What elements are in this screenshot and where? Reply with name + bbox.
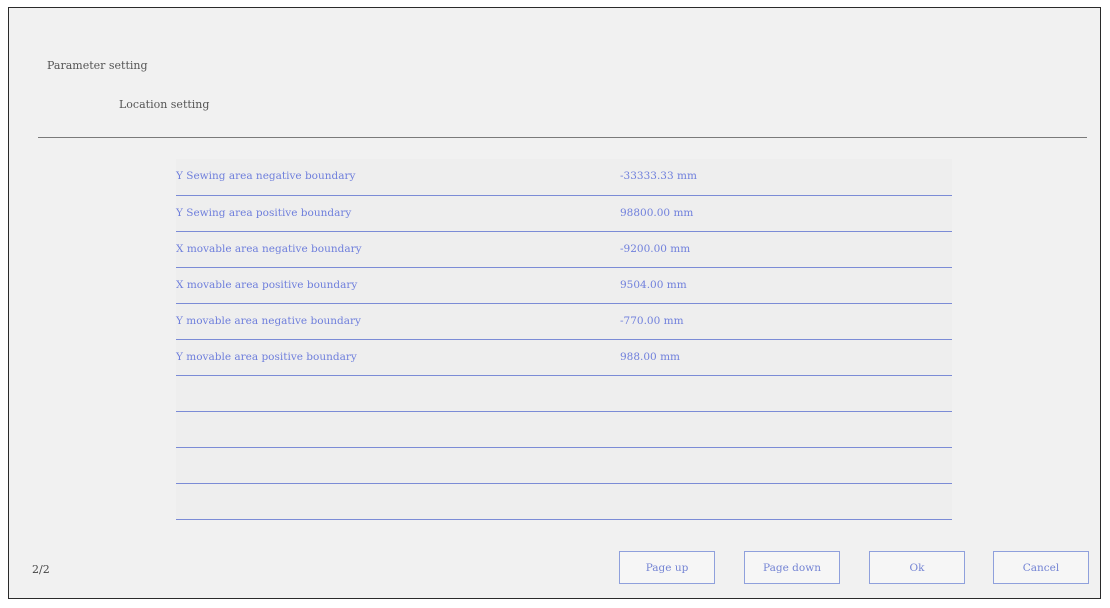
page-up-button[interactable]: Page up bbox=[619, 551, 715, 584]
cancel-button[interactable]: Cancel bbox=[993, 551, 1089, 584]
ok-button[interactable]: Ok bbox=[869, 551, 965, 584]
param-name: X movable area negative boundary bbox=[176, 243, 362, 255]
section-title: Location setting bbox=[119, 98, 210, 111]
param-value[interactable]: -9200.00 mm bbox=[620, 243, 690, 255]
table-row-empty bbox=[176, 376, 952, 412]
table-row-empty bbox=[176, 448, 952, 484]
parameter-setting-window: Parameter setting Location setting Y Sew… bbox=[8, 7, 1101, 599]
table-row[interactable]: X movable area positive boundary 9504.00… bbox=[176, 268, 952, 304]
table-row[interactable]: Y Sewing area positive boundary 98800.00… bbox=[176, 196, 952, 232]
param-name: Y movable area negative boundary bbox=[176, 315, 361, 327]
param-value[interactable]: 98800.00 mm bbox=[620, 207, 693, 219]
page-title: Parameter setting bbox=[47, 59, 148, 72]
param-name: X movable area positive boundary bbox=[176, 279, 358, 291]
param-name: Y Sewing area negative boundary bbox=[176, 170, 356, 182]
header-divider bbox=[38, 137, 1087, 138]
table-row[interactable]: Y Sewing area negative boundary -33333.3… bbox=[176, 159, 952, 196]
table-row[interactable]: Y movable area positive boundary 988.00 … bbox=[176, 340, 952, 376]
table-row-empty bbox=[176, 412, 952, 448]
page-down-button[interactable]: Page down bbox=[744, 551, 840, 584]
param-value[interactable]: 9504.00 mm bbox=[620, 279, 687, 291]
parameter-table: Y Sewing area negative boundary -33333.3… bbox=[176, 159, 952, 520]
table-row-empty bbox=[176, 484, 952, 520]
param-value[interactable]: -33333.33 mm bbox=[620, 170, 697, 182]
param-value[interactable]: 988.00 mm bbox=[620, 351, 680, 363]
param-name: Y movable area positive boundary bbox=[176, 351, 357, 363]
table-row[interactable]: Y movable area negative boundary -770.00… bbox=[176, 304, 952, 340]
param-name: Y Sewing area positive boundary bbox=[176, 207, 352, 219]
param-value[interactable]: -770.00 mm bbox=[620, 315, 684, 327]
page-indicator: 2/2 bbox=[32, 563, 50, 576]
table-row[interactable]: X movable area negative boundary -9200.0… bbox=[176, 232, 952, 268]
